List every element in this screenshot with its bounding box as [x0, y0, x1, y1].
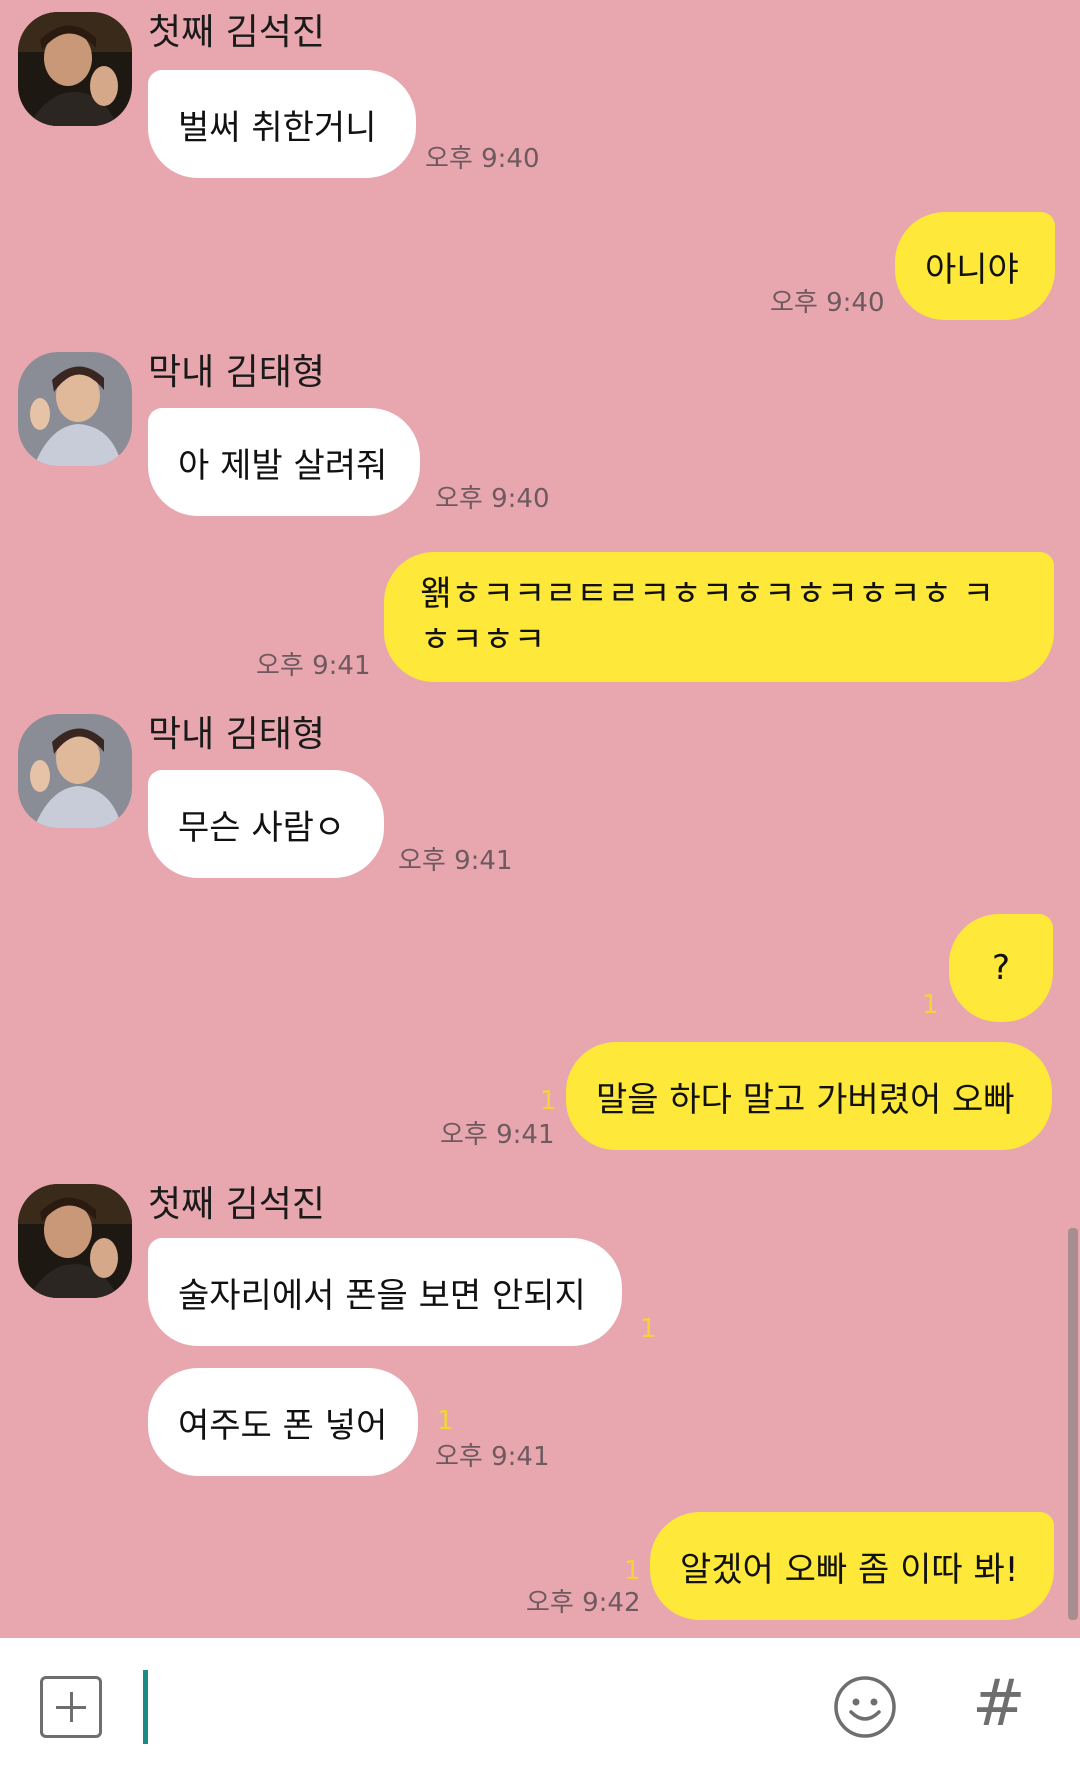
unread-count: 1	[540, 1086, 557, 1116]
avatar[interactable]	[18, 1184, 132, 1298]
message-text: 여주도 폰 넣어	[178, 1405, 388, 1446]
unread-count: 1	[640, 1314, 657, 1344]
emoji-button[interactable]	[832, 1674, 898, 1740]
message-text: 무슨 사람ㅇ	[178, 807, 346, 848]
scrollbar[interactable]	[1068, 1228, 1078, 1620]
message-text: 알겠어 오빠 좀 이따 봐!	[680, 1549, 1019, 1590]
sender-name: 첫째 김석진	[148, 1184, 326, 1225]
message-time: 오후 9:41	[398, 846, 513, 876]
message-time: 오후 9:41	[256, 651, 371, 681]
message-time: 오후 9:42	[526, 1588, 641, 1618]
message-text: 아니야	[925, 249, 1019, 290]
message-time: 오후 9:40	[435, 484, 550, 514]
chat-area[interactable]: 첫째 김석진 벌써 취한거니 오후 9:40 오후 9:40 아니야 막내 김태…	[0, 0, 1080, 1638]
message-time: 오후 9:41	[435, 1442, 550, 1472]
message-input[interactable]	[140, 1672, 784, 1746]
message-text: ?	[991, 948, 1011, 988]
message-bubble[interactable]: 아니야	[895, 212, 1055, 320]
profile-photo-icon	[18, 1184, 132, 1298]
message-time: 오후 9:40	[425, 144, 540, 174]
hash-icon: #	[972, 1667, 1026, 1741]
message-text: 아 제발 살려줘	[178, 445, 388, 486]
message-time: 오후 9:40	[770, 288, 885, 318]
avatar[interactable]	[18, 352, 132, 466]
message-bubble[interactable]: 술자리에서 폰을 보면 안되지	[148, 1238, 622, 1346]
emoji-icon	[834, 1676, 896, 1738]
profile-photo-icon	[18, 352, 132, 466]
profile-photo-icon	[18, 12, 132, 126]
unread-count: 1	[624, 1556, 641, 1586]
message-bubble[interactable]: 아 제발 살려줘	[148, 408, 420, 516]
message-bubble[interactable]: 왥ㅎㅋㅋㄹㅌㄹㅋㅎㅋㅎㅋㅎㅋㅎㅋㅎ ㅋㅎㅋㅎㅋ	[384, 552, 1054, 682]
avatar[interactable]	[18, 714, 132, 828]
unread-count: 1	[437, 1406, 454, 1436]
hashtag-button[interactable]: #	[972, 1664, 1026, 1744]
text-cursor	[143, 1670, 148, 1744]
message-bubble[interactable]: 말을 하다 말고 가버렸어 오빠	[566, 1042, 1052, 1150]
sender-name: 막내 김태형	[148, 352, 326, 393]
sender-name: 첫째 김석진	[148, 12, 326, 53]
message-text: 말을 하다 말고 가버렸어 오빠	[596, 1079, 1015, 1120]
message-text: 왥ㅎㅋㅋㄹㅌㄹㅋㅎㅋㅎㅋㅎㅋㅎㅋㅎ ㅋㅎㅋㅎㅋ	[420, 574, 994, 660]
profile-photo-icon	[18, 714, 132, 828]
message-bubble[interactable]: 여주도 폰 넣어	[148, 1368, 418, 1476]
message-text: 술자리에서 폰을 보면 안되지	[178, 1275, 586, 1316]
message-text: 벌써 취한거니	[178, 107, 377, 148]
message-bubble[interactable]: 벌써 취한거니	[148, 70, 416, 178]
message-bubble[interactable]: ?	[949, 914, 1053, 1022]
sender-name: 막내 김태형	[148, 714, 326, 755]
unread-count: 1	[922, 990, 939, 1020]
message-bubble[interactable]: 알겠어 오빠 좀 이따 봐!	[650, 1512, 1054, 1620]
avatar[interactable]	[18, 12, 132, 126]
message-bubble[interactable]: 무슨 사람ㅇ	[148, 770, 384, 878]
attach-button[interactable]	[40, 1676, 102, 1738]
message-time: 오후 9:41	[440, 1120, 555, 1150]
